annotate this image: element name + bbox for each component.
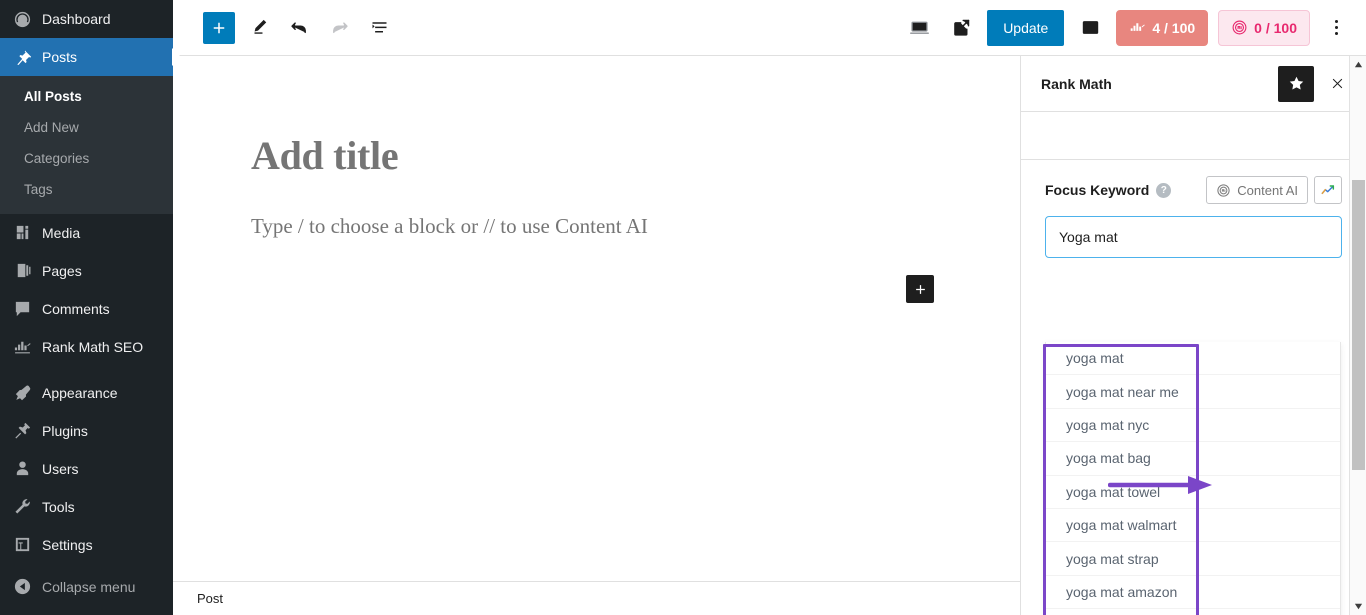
toolbar-left-group [203, 11, 395, 44]
menu-separator [0, 366, 173, 374]
sidebar-item-label: Comments [42, 300, 110, 317]
suggestion-item[interactable]: yoga mat strap [1046, 542, 1340, 576]
sidebar-item-tags[interactable]: Tags [0, 175, 173, 206]
dashboard-icon [12, 9, 32, 29]
kebab-menu-icon[interactable] [1320, 12, 1352, 44]
sidebar-item-label: Pages [42, 262, 82, 279]
sidebar-item-appearance[interactable]: Appearance [0, 374, 173, 412]
content-ai-button-label: Content AI [1237, 182, 1298, 198]
sidebar-item-label: Posts [42, 49, 78, 65]
rank-math-panel-body: Focus Keyword ? Content AI Yoga mat yoga… [1021, 160, 1366, 615]
block-inserter-button[interactable] [203, 11, 235, 44]
close-icon[interactable] [1324, 71, 1350, 97]
appearance-icon [12, 383, 32, 403]
content-ai-score-value: 0 / 100 [1254, 19, 1297, 36]
sidebar-item-label: Settings [42, 536, 93, 553]
settings-icon [12, 535, 32, 555]
collapse-icon [12, 577, 32, 597]
list-view-button[interactable] [363, 12, 395, 44]
rank-math-tab-strip [1021, 112, 1366, 160]
rank-math-sidebar: Rank Math Focus Keyword ? Content AI Yog… [1020, 56, 1366, 615]
sidebar-item-media[interactable]: Media [0, 214, 173, 252]
toolbar-right-group: Update 4 / 100 0 / 100 [903, 9, 1352, 46]
sidebar-item-comments[interactable]: Comments [0, 290, 173, 328]
sidebar-item-label: Dashboard [42, 11, 111, 27]
wp-admin-screen: Dashboard Posts All Posts Add New Catego… [0, 0, 1366, 615]
rank-math-panel-header: Rank Math [1021, 56, 1366, 112]
sidebar-item-dashboard[interactable]: Dashboard [0, 0, 173, 38]
plugins-icon [12, 421, 32, 441]
document-type-label[interactable]: Post [197, 591, 223, 606]
pages-icon [12, 261, 32, 281]
redo-button[interactable] [323, 12, 355, 44]
sidebar-item-label: Collapse menu [42, 578, 136, 595]
sidebar-item-label: Plugins [42, 422, 88, 439]
seo-score-badge[interactable]: 4 / 100 [1116, 9, 1209, 46]
trend-chart-icon[interactable] [1314, 176, 1342, 204]
focus-keyword-header-row: Focus Keyword ? Content AI [1045, 176, 1342, 204]
sidebar-item-posts[interactable]: Posts [0, 38, 173, 76]
rank-math-panel-scrollbar[interactable] [1349, 56, 1366, 615]
content-ai-button[interactable]: Content AI [1206, 176, 1308, 204]
rank-math-panel-title: Rank Math [1041, 75, 1112, 92]
undo-button[interactable] [283, 12, 315, 44]
sidebar-item-categories[interactable]: Categories [0, 144, 173, 175]
help-question-icon[interactable]: ? [1156, 182, 1172, 198]
rankmath-icon [12, 337, 32, 357]
focus-keyword-label: Focus Keyword [1045, 182, 1150, 198]
content-ai-icon [1217, 183, 1230, 197]
suggestion-item[interactable]: yoga mat near me [1046, 375, 1340, 409]
content-ai-icon [1232, 20, 1247, 35]
tools-icon [12, 497, 32, 517]
star-icon[interactable] [1278, 65, 1314, 102]
suggestion-item[interactable]: yoga mat amazon [1046, 576, 1340, 610]
sidebar-item-label: Users [42, 460, 79, 477]
post-body-placeholder[interactable]: Type / to choose a block or // to use Co… [251, 214, 648, 239]
sidebar-item-rank-math-seo[interactable]: Rank Math SEO [0, 328, 173, 366]
desktop-preview-icon[interactable] [903, 12, 935, 44]
content-ai-score-badge[interactable]: 0 / 100 [1218, 9, 1310, 46]
sidebar-item-label: Tools [42, 498, 75, 515]
sidebar-item-label: Rank Math SEO [42, 338, 144, 355]
sidebar-item-settings[interactable]: Settings [0, 526, 173, 564]
sidebar-item-label: Media [42, 224, 81, 241]
admin-sidebar: Dashboard Posts All Posts Add New Catego… [0, 0, 173, 615]
pin-icon [12, 47, 32, 67]
users-icon [12, 459, 32, 479]
triangle-up-icon[interactable] [1350, 56, 1366, 73]
tools-pencil-button[interactable] [243, 12, 275, 44]
suggestion-item[interactable]: yoga mat walmart [1046, 509, 1340, 543]
rankmath-icon [1131, 23, 1146, 31]
sidebar-item-plugins[interactable]: Plugins [0, 412, 173, 450]
suggestion-item[interactable]: yoga mat nyc [1046, 409, 1340, 443]
rank-math-header-actions [1278, 65, 1350, 102]
media-icon [12, 223, 32, 243]
scrollbar-thumb[interactable] [1352, 180, 1365, 470]
suggestion-item[interactable]: yoga mat [1046, 342, 1340, 376]
seo-score-value: 4 / 100 [1152, 19, 1196, 36]
sidebar-item-users[interactable]: Users [0, 450, 173, 488]
block-appender-button[interactable] [906, 275, 934, 303]
update-button[interactable]: Update [987, 9, 1065, 46]
suggestion-item[interactable]: yoga mat cleaner [1046, 609, 1340, 615]
sidebar-item-tools[interactable]: Tools [0, 488, 173, 526]
view-post-external-link-icon[interactable] [945, 12, 977, 44]
sidebar-item-pages[interactable]: Pages [0, 252, 173, 290]
suggestion-item[interactable]: yoga mat towel [1046, 476, 1340, 509]
triangle-down-icon[interactable] [1350, 598, 1366, 615]
settings-sidebar-toggle-icon[interactable] [1074, 12, 1106, 44]
sidebar-item-collapse-menu[interactable]: Collapse menu [0, 568, 173, 606]
suggestion-item[interactable]: yoga mat bag [1046, 442, 1340, 476]
focus-keyword-actions: Content AI [1206, 176, 1342, 204]
comments-icon [12, 299, 32, 319]
focus-keyword-section: Focus Keyword ? Content AI [1021, 160, 1366, 258]
focus-keyword-input[interactable] [1045, 216, 1342, 258]
posts-submenu: All Posts Add New Categories Tags [0, 76, 173, 214]
sidebar-item-all-posts[interactable]: All Posts [0, 82, 173, 113]
sidebar-item-label: Appearance [42, 384, 118, 401]
editor-top-toolbar: Update 4 / 100 0 / 100 [173, 0, 1366, 56]
post-title-placeholder[interactable]: Add title [251, 132, 399, 179]
sidebar-item-add-new[interactable]: Add New [0, 113, 173, 144]
focus-keyword-suggestions-dropdown[interactable]: yoga mat yoga mat near me yoga mat nyc y… [1045, 342, 1341, 615]
